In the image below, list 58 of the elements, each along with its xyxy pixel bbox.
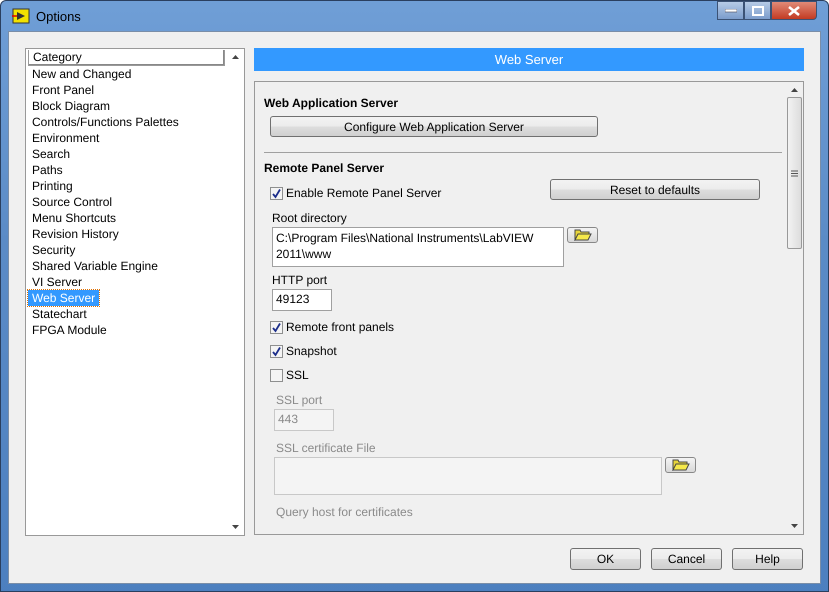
- scroll-thumb[interactable]: [787, 97, 802, 249]
- folder-icon: [672, 459, 690, 471]
- minimize-icon: [724, 8, 736, 12]
- minimize-button[interactable]: [717, 1, 744, 20]
- window-title: Options: [36, 8, 82, 24]
- field-label: SSL certificate File: [276, 441, 376, 455]
- section-heading: Remote Panel Server: [264, 161, 384, 175]
- checkbox-label: Remote front panels: [286, 320, 394, 334]
- category-item[interactable]: Search: [28, 146, 74, 162]
- scroll-down-icon: [232, 525, 239, 529]
- maximize-icon: [752, 6, 764, 16]
- category-item[interactable]: Security: [28, 242, 80, 258]
- browse-button[interactable]: [665, 457, 696, 473]
- dialog-button[interactable]: Help: [732, 548, 803, 570]
- field-label: HTTP port: [272, 273, 328, 287]
- list-header: Category: [28, 50, 225, 66]
- checkbox[interactable]: [270, 344, 283, 358]
- category-item[interactable]: Printing: [28, 178, 77, 194]
- category-item[interactable]: VI Server: [28, 274, 86, 290]
- port-field[interactable]: 49123: [272, 289, 332, 311]
- category-item[interactable]: Block Diagram: [28, 98, 114, 114]
- configure-button[interactable]: Configure Web Application Server: [270, 116, 598, 137]
- checkbox[interactable]: [270, 368, 283, 382]
- category-item[interactable]: Statechart: [28, 306, 91, 322]
- category-item[interactable]: Menu Shortcuts: [28, 210, 120, 226]
- field-label: Root directory: [272, 211, 347, 225]
- field-label: SSL port: [276, 393, 322, 407]
- category-item[interactable]: Front Panel: [28, 82, 98, 98]
- path-field[interactable]: C:\Program Files\National Instruments\LabVIEW 2011\www: [272, 227, 564, 267]
- dialog-button[interactable]: Cancel: [651, 548, 722, 570]
- browse-button[interactable]: [567, 227, 598, 243]
- maximize-button[interactable]: [744, 1, 771, 20]
- section-heading: Web Application Server: [264, 96, 398, 110]
- checkbox[interactable]: [270, 320, 283, 334]
- dialog-button[interactable]: OK: [570, 548, 641, 570]
- category-item[interactable]: Controls/Functions Palettes: [28, 114, 183, 130]
- category-item[interactable]: FPGA Module: [28, 322, 111, 338]
- scroll-down-icon: [791, 524, 798, 528]
- scroll-up-icon: [791, 88, 798, 92]
- scroll-up-icon: [232, 55, 239, 59]
- category-item[interactable]: Revision History: [28, 226, 123, 242]
- checkbox-label: Snapshot: [286, 344, 337, 358]
- category-item[interactable]: Paths: [28, 162, 67, 178]
- field-label: Query host for certificates: [276, 505, 413, 519]
- checkbox-label: Enable Remote Panel Server: [286, 186, 442, 200]
- category-item[interactable]: New and Changed: [28, 66, 136, 82]
- checkbox-label: SSL: [286, 368, 309, 382]
- category-item[interactable]: Environment: [28, 130, 104, 146]
- category-item[interactable]: Source Control: [28, 194, 116, 210]
- close-icon: [788, 6, 800, 16]
- path-field[interactable]: [274, 457, 662, 495]
- checkbox[interactable]: [270, 186, 283, 200]
- app-icon: [12, 8, 30, 24]
- close-button[interactable]: [771, 1, 817, 20]
- panel-title: Web Server: [254, 48, 804, 71]
- folder-icon: [574, 229, 592, 241]
- reset-button[interactable]: Reset to defaults: [550, 179, 760, 200]
- category-item[interactable]: Shared Variable Engine: [28, 258, 162, 274]
